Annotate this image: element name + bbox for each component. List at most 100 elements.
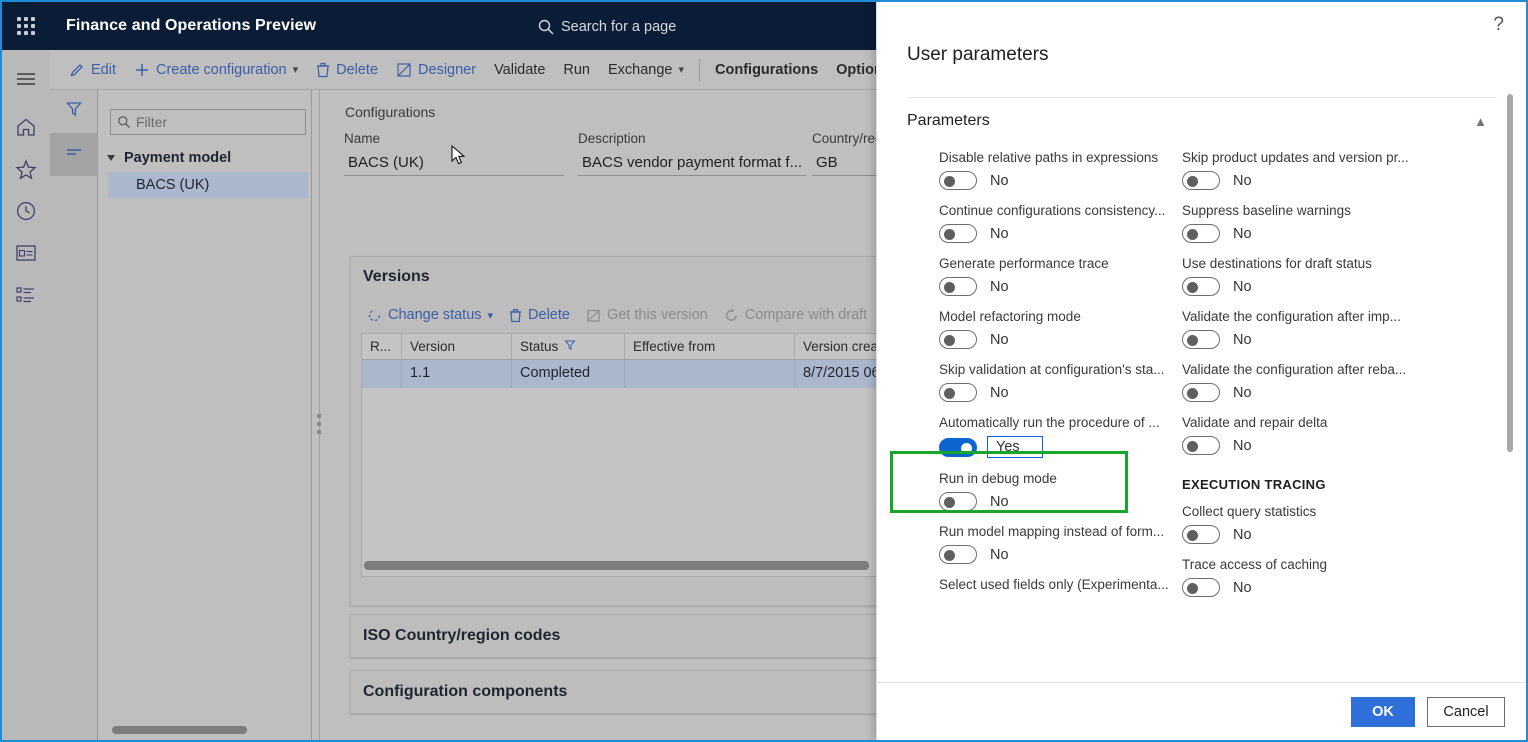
search-input[interactable]: Search for a page [537, 12, 882, 41]
designer-button[interactable]: Designer [387, 50, 485, 90]
edit-button[interactable]: Edit [60, 50, 125, 90]
run-label: Run [563, 61, 590, 78]
toggle-validate-the-configuration-after-imp[interactable] [1182, 330, 1220, 349]
toggle-suppress-baseline-warnings[interactable] [1182, 224, 1220, 243]
parameter-value: No [990, 278, 1009, 295]
get-this-version-button[interactable]: Get this version [578, 297, 716, 333]
home-icon[interactable] [2, 106, 50, 148]
workspace-icon[interactable] [2, 232, 50, 274]
versions-delete-button[interactable]: Delete [501, 297, 578, 333]
list-pane: Filter Payment model BACS (UK) [98, 90, 312, 740]
parameter-value: No [1233, 384, 1252, 401]
designer-icon [396, 62, 412, 78]
toggle-generate-performance-trace[interactable] [939, 277, 977, 296]
toggle-continue-configurations-consistency[interactable] [939, 224, 977, 243]
toggle-collect-query-statistics[interactable] [1182, 525, 1220, 544]
plus-icon [134, 62, 150, 78]
column-header-effective-from[interactable]: Effective from [625, 334, 795, 359]
pane-splitter[interactable] [314, 90, 326, 740]
parameter-value[interactable]: Yes [987, 436, 1043, 458]
toggle-validate-and-repair-delta[interactable] [1182, 436, 1220, 455]
ok-button[interactable]: OK [1351, 697, 1415, 727]
parameter-continue-configurations-consistency: Continue configurations consistency... No [939, 203, 1169, 243]
toggle-trace-access-of-caching[interactable] [1182, 578, 1220, 597]
versions-title: Versions [363, 268, 430, 285]
column-header-status-label: Status [520, 339, 559, 354]
lines-icon [65, 145, 83, 164]
parameter-label: Model refactoring mode [939, 309, 1081, 324]
toggle-model-refactoring-mode[interactable] [939, 330, 977, 349]
toggle-run-in-debug-mode[interactable] [939, 492, 977, 511]
parameter-skip-product-updates-and-version-pr: Skip product updates and version pr... No [1182, 150, 1417, 190]
parameters-section-header[interactable]: Parameters ▲ [907, 106, 1495, 136]
configurations-caption: Configurations [345, 104, 436, 120]
toggle-run-model-mapping-instead-of-form[interactable] [939, 545, 977, 564]
filter-input[interactable]: Filter [110, 109, 306, 135]
splitter-grip-icon [317, 414, 321, 438]
parameter-automatically-run-the-procedure-of: Automatically run the procedure of ... Ye… [939, 415, 1169, 458]
change-status-button[interactable]: Change status ▾ [359, 297, 501, 333]
create-configuration-button[interactable]: Create configuration ▾ [125, 50, 307, 90]
get-this-version-label: Get this version [606, 307, 708, 323]
filter-pane-toggle[interactable] [50, 90, 97, 133]
parameter-label: Run in debug mode [939, 471, 1057, 486]
list-icon[interactable] [2, 274, 50, 316]
parameters-left-column: Disable relative paths in expressions No C… [939, 150, 1169, 605]
column-header-version[interactable]: Version [402, 334, 512, 359]
toggle-automatically-run-the-procedure-of[interactable] [939, 437, 977, 457]
validate-button[interactable]: Validate [485, 50, 554, 90]
parameter-row: No [939, 545, 1169, 564]
change-status-label: Change status [388, 307, 482, 323]
parameter-row: Yes [939, 436, 1169, 458]
parameter-label: Disable relative paths in expressions [939, 150, 1159, 165]
field-description: Description BACS vendor payment format f… [578, 131, 806, 176]
funnel-icon [564, 339, 576, 354]
tab-configurations[interactable]: Configurations [706, 50, 827, 90]
hamburger-icon[interactable] [2, 58, 50, 100]
tree-group-payment-model[interactable]: Payment model [107, 145, 308, 171]
parameter-value: No [1233, 579, 1252, 596]
star-icon[interactable] [2, 148, 50, 190]
toggle-use-destinations-for-draft-status[interactable] [1182, 277, 1220, 296]
nav-horizontal-scrollbar[interactable] [112, 726, 304, 734]
toggle-disable-relative-paths-in-expressions[interactable] [939, 171, 977, 190]
dialog-title: User parameters [907, 44, 1049, 65]
dialog-scrollbar[interactable] [1507, 94, 1513, 452]
run-button[interactable]: Run [554, 50, 599, 90]
validate-label: Validate [494, 61, 546, 78]
parameter-label: Skip validation at configuration's sta..… [939, 362, 1165, 377]
clock-icon[interactable] [2, 190, 50, 232]
delete-button[interactable]: Delete [307, 50, 387, 90]
parameter-suppress-baseline-warnings: Suppress baseline warnings No [1182, 203, 1417, 243]
help-icon[interactable]: ? [1493, 14, 1504, 36]
cell-status: Completed [512, 360, 625, 388]
cell-r [362, 360, 402, 388]
parameter-value: No [990, 493, 1009, 510]
parameter-model-refactoring-mode: Model refactoring mode No [939, 309, 1169, 349]
search-placeholder: Search for a page [561, 18, 677, 35]
parameters-right-column: Skip product updates and version pr... No… [1182, 150, 1417, 610]
parameter-value: No [990, 172, 1009, 189]
toggle-validate-the-configuration-after-reba[interactable] [1182, 383, 1220, 402]
app-title: Finance and Operations Preview [66, 17, 317, 34]
chevron-up-icon[interactable]: ▲ [1474, 114, 1487, 129]
app-launcher-icon[interactable] [2, 2, 50, 50]
list-item-bacs-uk[interactable]: BACS (UK) [108, 172, 308, 198]
parameter-label: Run model mapping instead of form... [939, 524, 1165, 539]
field-description-value[interactable]: BACS vendor payment format f... [578, 151, 806, 176]
parameter-value: No [990, 331, 1009, 348]
list-pane-toggle[interactable] [50, 133, 97, 176]
cell-version: 1.1 [402, 360, 512, 388]
toggle-skip-validation-at-configuration-s-sta[interactable] [939, 383, 977, 402]
field-name-value[interactable]: BACS (UK) [344, 151, 564, 176]
column-header-r[interactable]: R... [362, 334, 402, 359]
toggle-skip-product-updates-and-version-pr[interactable] [1182, 171, 1220, 190]
compare-with-draft-button[interactable]: Compare with draft [716, 297, 876, 333]
designer-label: Designer [418, 61, 477, 78]
versions-delete-label: Delete [528, 307, 570, 323]
parameter-row: No [1182, 436, 1417, 455]
cancel-button[interactable]: Cancel [1427, 697, 1505, 727]
exchange-menu[interactable]: Exchange ▾ [599, 50, 693, 90]
column-header-status[interactable]: Status [512, 334, 625, 359]
parameter-label: Suppress baseline warnings [1182, 203, 1351, 218]
